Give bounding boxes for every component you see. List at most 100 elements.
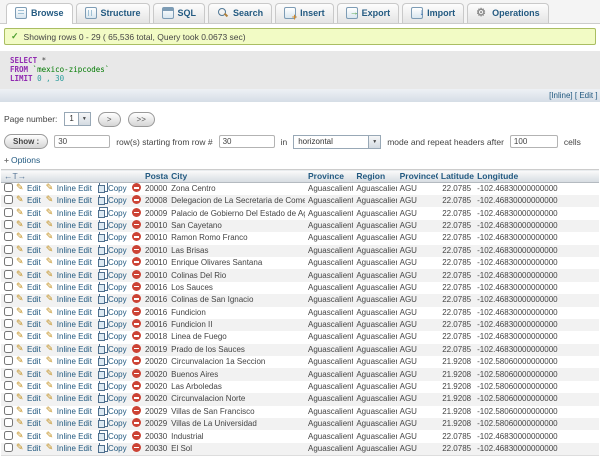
edit-link[interactable]: Edit xyxy=(16,295,41,304)
edit-link[interactable]: Edit xyxy=(16,209,41,218)
repeat-headers-input[interactable] xyxy=(510,135,558,148)
inline-edit-link[interactable]: Inline Edit xyxy=(46,407,92,416)
last-page-button[interactable]: >> xyxy=(128,112,155,127)
edit-link[interactable]: Edit xyxy=(16,444,41,453)
edit-link[interactable]: Edit xyxy=(16,345,41,354)
edit-link[interactable]: Edit xyxy=(16,246,41,255)
page-number-select[interactable]: 1 ▼ xyxy=(64,112,90,126)
show-button[interactable]: Show : xyxy=(4,134,48,149)
delete-link[interactable]: Delete xyxy=(132,432,142,441)
edit-link[interactable]: Edit xyxy=(16,308,41,317)
edit-link[interactable]: Edit xyxy=(16,221,41,230)
edit-link[interactable]: Edit xyxy=(16,283,41,292)
copy-link[interactable]: Copy xyxy=(97,370,127,379)
inline-edit-link[interactable]: Inline Edit xyxy=(46,382,92,391)
delete-link[interactable]: Delete xyxy=(132,283,142,292)
inline-edit-link[interactable]: Inline Edit xyxy=(46,246,92,255)
copy-link[interactable]: Copy xyxy=(97,184,127,193)
row-checkbox[interactable] xyxy=(4,431,13,440)
next-page-button[interactable]: > xyxy=(98,112,121,127)
row-checkbox[interactable] xyxy=(4,307,13,316)
delete-link[interactable]: Delete xyxy=(132,271,142,280)
copy-link[interactable]: Copy xyxy=(97,332,127,341)
edit-link[interactable]: Edit xyxy=(16,407,41,416)
inline-edit-link[interactable]: Inline Edit xyxy=(46,209,92,218)
delete-link[interactable]: Delete xyxy=(132,295,142,304)
copy-link[interactable]: Copy xyxy=(97,271,127,280)
edit-link[interactable]: Edit xyxy=(16,370,41,379)
row-checkbox[interactable] xyxy=(4,282,13,291)
column-header-region[interactable]: Region xyxy=(353,170,396,183)
copy-link[interactable]: Copy xyxy=(97,283,127,292)
inline-edit-link[interactable]: Inline Edit xyxy=(46,370,92,379)
edit-link[interactable]: Edit xyxy=(16,196,41,205)
row-checkbox[interactable] xyxy=(4,208,13,217)
row-checkbox[interactable] xyxy=(4,406,13,415)
inline-edit-link[interactable]: Inline Edit xyxy=(46,258,92,267)
inline-edit-link[interactable]: Inline Edit xyxy=(46,320,92,329)
inline-edit-link[interactable]: Inline Edit xyxy=(46,419,92,428)
delete-link[interactable]: Delete xyxy=(132,221,142,230)
edit-link[interactable]: Edit xyxy=(16,271,41,280)
tab-sql[interactable]: SQL xyxy=(153,3,206,23)
copy-link[interactable]: Copy xyxy=(97,196,127,205)
delete-link[interactable]: Delete xyxy=(132,233,142,242)
edit-link[interactable]: Edit xyxy=(16,233,41,242)
inline-edit-link[interactable]: Inline Edit xyxy=(46,295,92,304)
start-row-input[interactable] xyxy=(219,135,275,148)
delete-link[interactable]: Delete xyxy=(132,246,142,255)
column-header-provincecode[interactable]: ProvinceCode xyxy=(397,170,438,183)
row-checkbox[interactable] xyxy=(4,257,13,266)
delete-link[interactable]: Delete xyxy=(132,419,142,428)
copy-link[interactable]: Copy xyxy=(97,394,127,403)
row-checkbox[interactable] xyxy=(4,393,13,402)
copy-link[interactable]: Copy xyxy=(97,320,127,329)
inline-edit-link[interactable]: Inline Edit xyxy=(46,184,92,193)
edit-link[interactable]: Edit xyxy=(16,394,41,403)
copy-link[interactable]: Copy xyxy=(97,221,127,230)
copy-link[interactable]: Copy xyxy=(97,209,127,218)
edit-link[interactable]: Edit xyxy=(16,258,41,267)
row-checkbox[interactable] xyxy=(4,381,13,390)
row-checkbox[interactable] xyxy=(4,220,13,229)
edit-link[interactable]: Edit xyxy=(16,184,41,193)
inline-edit-link[interactable]: Inline Edit xyxy=(46,233,92,242)
inline-edit-link[interactable]: Inline Edit xyxy=(46,221,92,230)
tab-export[interactable]: Export xyxy=(337,3,400,23)
delete-link[interactable]: Delete xyxy=(132,258,142,267)
sql-edit-links[interactable]: [Inline] [ Edit ] [ xyxy=(549,91,600,100)
copy-link[interactable]: Copy xyxy=(97,233,127,242)
copy-link[interactable]: Copy xyxy=(97,308,127,317)
copy-link[interactable]: Copy xyxy=(97,382,127,391)
header-corner[interactable]: ←T→ xyxy=(1,170,142,183)
tab-import[interactable]: Import xyxy=(402,3,464,23)
delete-link[interactable]: Delete xyxy=(132,357,142,366)
delete-link[interactable]: Delete xyxy=(132,444,142,453)
column-header-longitude[interactable]: Longitude xyxy=(474,170,599,183)
row-checkbox[interactable] xyxy=(4,195,13,204)
inline-edit-link[interactable]: Inline Edit xyxy=(46,283,92,292)
row-checkbox[interactable] xyxy=(4,270,13,279)
delete-link[interactable]: Delete xyxy=(132,332,142,341)
delete-link[interactable]: Delete xyxy=(132,394,142,403)
edit-link[interactable]: Edit xyxy=(16,320,41,329)
options-toggle[interactable]: +Options xyxy=(4,155,596,165)
inline-edit-link[interactable]: Inline Edit xyxy=(46,444,92,453)
row-checkbox[interactable] xyxy=(4,294,13,303)
inline-edit-link[interactable]: Inline Edit xyxy=(46,357,92,366)
tab-structure[interactable]: Structure xyxy=(76,3,150,23)
edit-link[interactable]: Edit xyxy=(16,357,41,366)
rows-count-input[interactable] xyxy=(54,135,110,148)
edit-link[interactable]: Edit xyxy=(16,332,41,341)
tab-browse[interactable]: Browse xyxy=(6,3,73,24)
delete-link[interactable]: Delete xyxy=(132,382,142,391)
tab-search[interactable]: Search xyxy=(208,3,272,23)
edit-link[interactable]: Edit xyxy=(16,419,41,428)
inline-edit-link[interactable]: Inline Edit xyxy=(46,345,92,354)
inline-edit-link[interactable]: Inline Edit xyxy=(46,394,92,403)
delete-link[interactable]: Delete xyxy=(132,345,142,354)
copy-link[interactable]: Copy xyxy=(97,246,127,255)
delete-link[interactable]: Delete xyxy=(132,308,142,317)
row-checkbox[interactable] xyxy=(4,319,13,328)
copy-link[interactable]: Copy xyxy=(97,407,127,416)
